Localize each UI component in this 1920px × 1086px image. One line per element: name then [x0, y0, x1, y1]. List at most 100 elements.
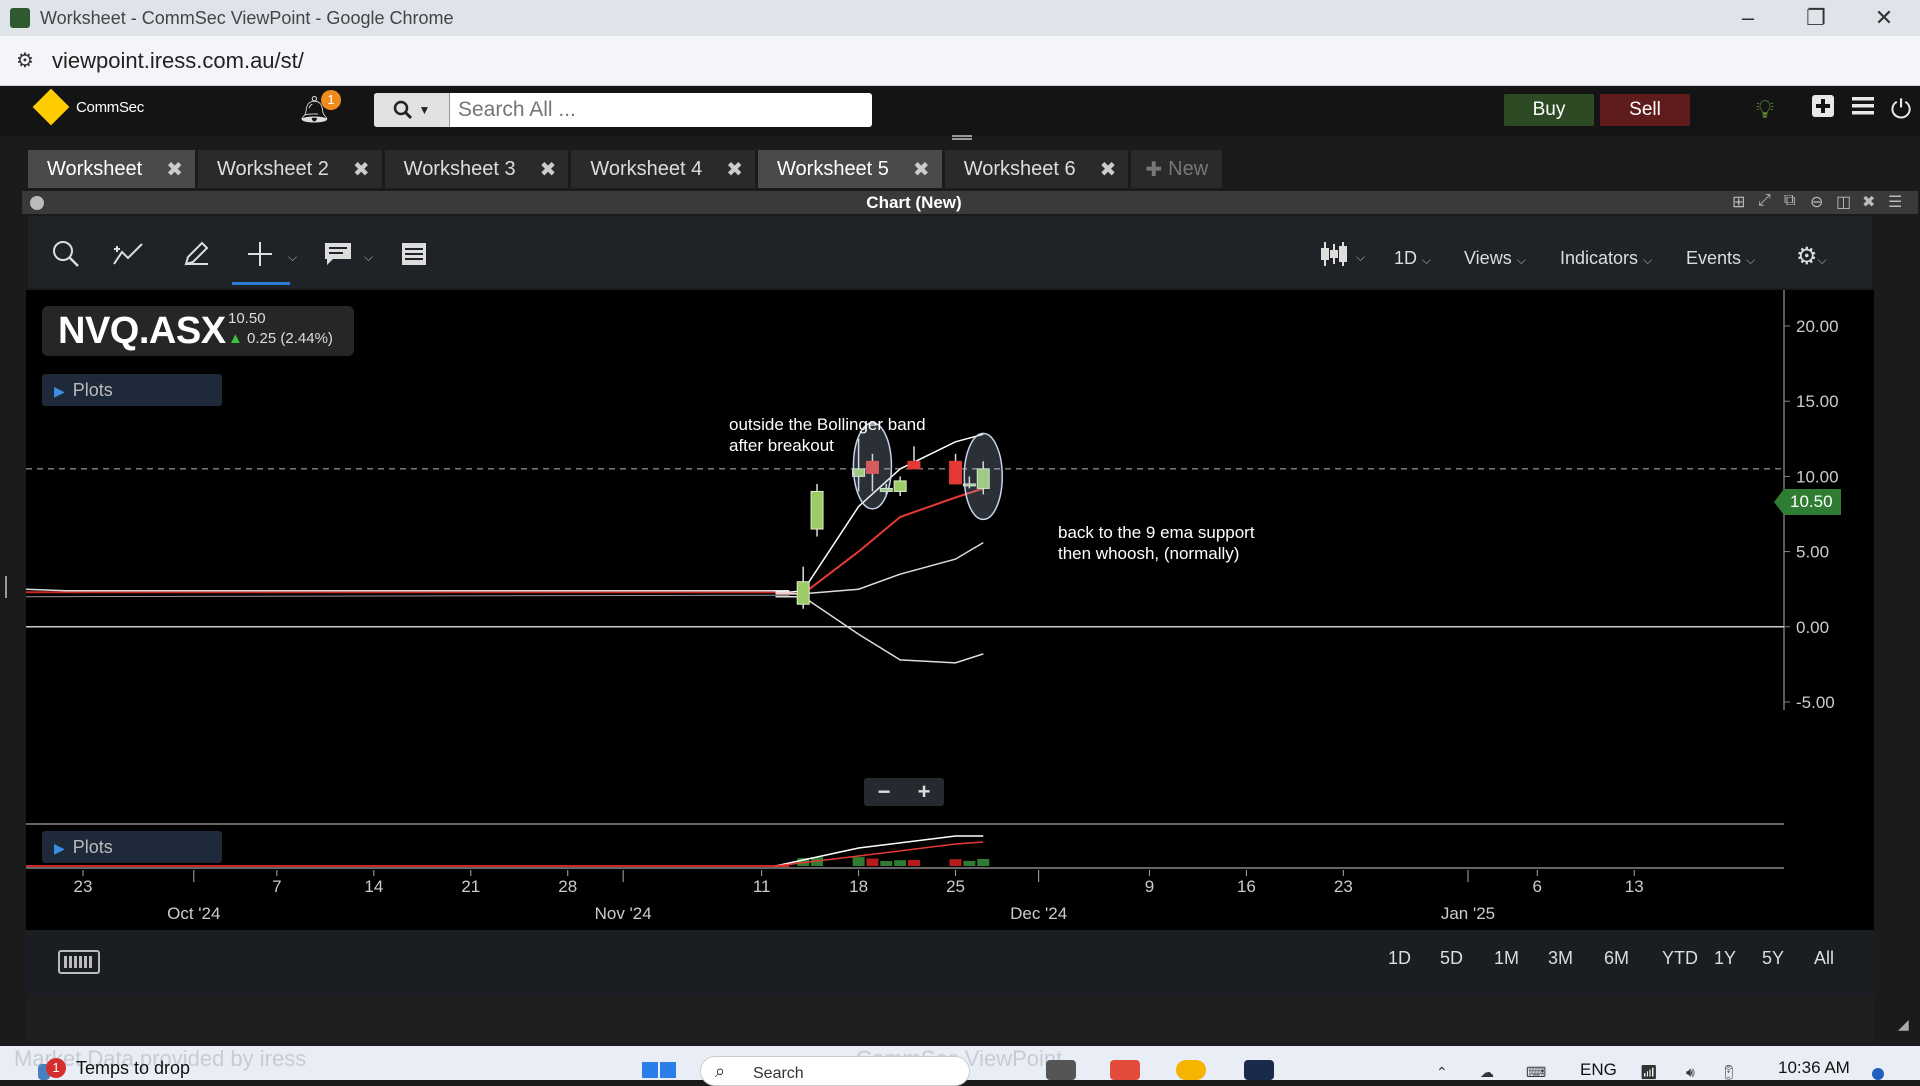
weather-badge: 1 [46, 1058, 66, 1078]
keyboard-icon[interactable] [58, 950, 100, 974]
price-chart[interactable]: 20.00 15.00 10.00 5.00 0.00 -5.00 23 7 14 21 28 11 1… [26, 290, 1874, 930]
range-button-ytd[interactable]: YTD [1662, 948, 1698, 969]
tab-worksheet-4[interactable]: Worksheet 4 ✖ [571, 150, 756, 188]
address-bar[interactable]: ⚙ viewpoint.iress.com.au/st/ [0, 36, 1920, 86]
language-indicator[interactable]: ENG [1580, 1060, 1617, 1080]
collapse-handle[interactable] [5, 576, 7, 598]
minimize-button[interactable]: – [1714, 0, 1782, 36]
tab-worksheet[interactable]: Worksheet ✖ [28, 150, 195, 188]
tray-chevron-icon[interactable]: ⌃ [1436, 1064, 1448, 1081]
volume-bar [880, 861, 893, 866]
popout-icon[interactable]: ⧉ [1784, 192, 1795, 210]
notification-badge: 1 [321, 90, 341, 110]
tab-worksheet-5[interactable]: Worksheet 5 ✖ [758, 150, 942, 188]
crosshair-icon[interactable] [244, 240, 276, 272]
close-tab-icon[interactable]: ✖ [166, 157, 183, 182]
pencil-icon[interactable] [180, 240, 212, 272]
wifi-icon[interactable]: 📶︎ [1640, 1064, 1658, 1081]
indicators-menu[interactable]: Indicators ⌵ [1560, 248, 1652, 269]
candle-body [810, 490, 824, 530]
range-button-all[interactable]: All [1814, 948, 1834, 969]
add-panel-icon[interactable] [1808, 94, 1838, 124]
close-tab-icon[interactable]: ✖ [540, 157, 557, 182]
chevron-down-icon[interactable]: ⌵ [1356, 250, 1365, 265]
table-icon[interactable] [398, 240, 430, 272]
candle-body [796, 581, 810, 605]
studies-icon[interactable] [112, 240, 144, 272]
range-button-1d[interactable]: 1D [1388, 948, 1411, 969]
x-tick-label: 13 [1625, 877, 1644, 896]
windows-start-icon[interactable] [642, 1062, 678, 1080]
chrome-icon[interactable] [1176, 1060, 1206, 1080]
viewpoint-app-icon[interactable] [1244, 1060, 1274, 1080]
volume-bar [894, 860, 907, 866]
taskview-icon[interactable] [1046, 1060, 1076, 1080]
search-type-dropdown[interactable]: ▼ [374, 93, 450, 127]
add-icon[interactable]: ⊞ [1732, 192, 1745, 212]
month-label: Nov '24 [595, 904, 652, 923]
power-icon[interactable]: ⏻ [1886, 94, 1916, 124]
battery-icon[interactable]: 🔋︎ [1720, 1064, 1738, 1081]
range-button-6m[interactable]: 6M [1604, 948, 1629, 969]
close-tab-icon[interactable]: ✖ [913, 157, 930, 182]
expand-icon[interactable]: ⤢ [1758, 192, 1771, 210]
restore-button[interactable]: ❐ [1782, 0, 1850, 36]
range-button-5d[interactable]: 5D [1440, 948, 1463, 969]
keyboard-tray-icon[interactable]: ⌨ [1526, 1064, 1546, 1081]
close-tab-icon[interactable]: ✖ [1100, 157, 1117, 182]
split-icon[interactable]: ◫ [1836, 192, 1851, 212]
views-menu[interactable]: Views ⌵ [1464, 248, 1526, 269]
taskbar-search[interactable]: ⌕ Search [700, 1056, 970, 1086]
tab-worksheet-2[interactable]: Worksheet 2 ✖ [198, 150, 382, 188]
app-icon [10, 8, 30, 28]
buy-button[interactable]: Buy [1504, 94, 1594, 126]
chevron-down-icon[interactable]: ⌵ [364, 250, 373, 265]
app-icon-red[interactable] [1110, 1060, 1140, 1080]
plots-toggle[interactable]: ▶ Plots [42, 374, 222, 406]
range-button-1m[interactable]: 1M [1494, 948, 1519, 969]
tab-worksheet-6[interactable]: Worksheet 6 ✖ [944, 150, 1129, 188]
search-input[interactable] [450, 93, 860, 127]
drag-handle[interactable] [952, 135, 972, 140]
minimize-panel-icon[interactable]: ⊖ [1810, 192, 1823, 212]
resize-handle-icon[interactable]: ◢ [1898, 1016, 1909, 1033]
sell-button[interactable]: Sell [1600, 94, 1690, 126]
candlestick-type-icon[interactable] [1318, 240, 1350, 272]
events-menu[interactable]: Events ⌵ [1686, 248, 1755, 269]
range-button-3m[interactable]: 3M [1548, 948, 1573, 969]
annotation-ema[interactable]: back to the 9 ema support then whoosh, (… [1058, 522, 1255, 564]
weather-text[interactable]: Temps to drop [76, 1058, 190, 1079]
lightbulb-icon[interactable]: 💡︎ [1750, 94, 1780, 124]
gear-icon[interactable]: ⚙⌵ [1796, 242, 1827, 271]
plots-toggle-lower[interactable]: ▶ Plots [42, 831, 222, 863]
url-text[interactable]: viewpoint.iress.com.au/st/ [52, 48, 304, 74]
commsec-logo[interactable]: CommSec [32, 88, 144, 126]
site-settings-icon[interactable]: ⚙ [12, 48, 38, 74]
close-panel-icon[interactable]: ✖ [1862, 192, 1875, 212]
range-button-1y[interactable]: 1Y [1714, 948, 1736, 969]
range-button-5y[interactable]: 5Y [1762, 948, 1784, 969]
chevron-down-icon: ⌵ [1643, 253, 1653, 267]
search-icon[interactable] [50, 240, 82, 272]
upper-band-history [26, 588, 790, 592]
comment-icon[interactable] [322, 240, 354, 272]
chevron-down-icon[interactable]: ⌵ [288, 250, 297, 265]
x-tick-label: 23 [74, 877, 93, 896]
panel-menu-icon[interactable]: ☰ [1888, 192, 1902, 212]
close-tab-icon[interactable]: ✖ [353, 157, 370, 182]
close-tab-icon[interactable]: ✖ [726, 157, 743, 182]
interval-menu[interactable]: 1D ⌵ [1394, 248, 1431, 269]
annotation-bollinger[interactable]: outside the Bollinger band after breakou… [729, 414, 926, 456]
zoom-in-button[interactable]: + [918, 779, 931, 805]
close-window-button[interactable]: ✕ [1850, 0, 1918, 36]
clock[interactable]: 10:36 AM [1778, 1058, 1850, 1078]
volume-icon[interactable]: 🔊︎ [1686, 1064, 1695, 1081]
onedrive-icon[interactable]: ☁ [1480, 1064, 1494, 1081]
menu-icon[interactable] [1848, 94, 1878, 124]
zoom-out-button[interactable]: − [878, 779, 891, 805]
tab-worksheet-3[interactable]: Worksheet 3 ✖ [384, 150, 569, 188]
tab-label: Worksheet 2 [217, 157, 329, 180]
new-tab-button[interactable]: ✚ New [1131, 150, 1223, 188]
annotation-line: then whoosh, (normally) [1058, 544, 1240, 563]
search-icon: ⌕ [715, 1061, 726, 1081]
